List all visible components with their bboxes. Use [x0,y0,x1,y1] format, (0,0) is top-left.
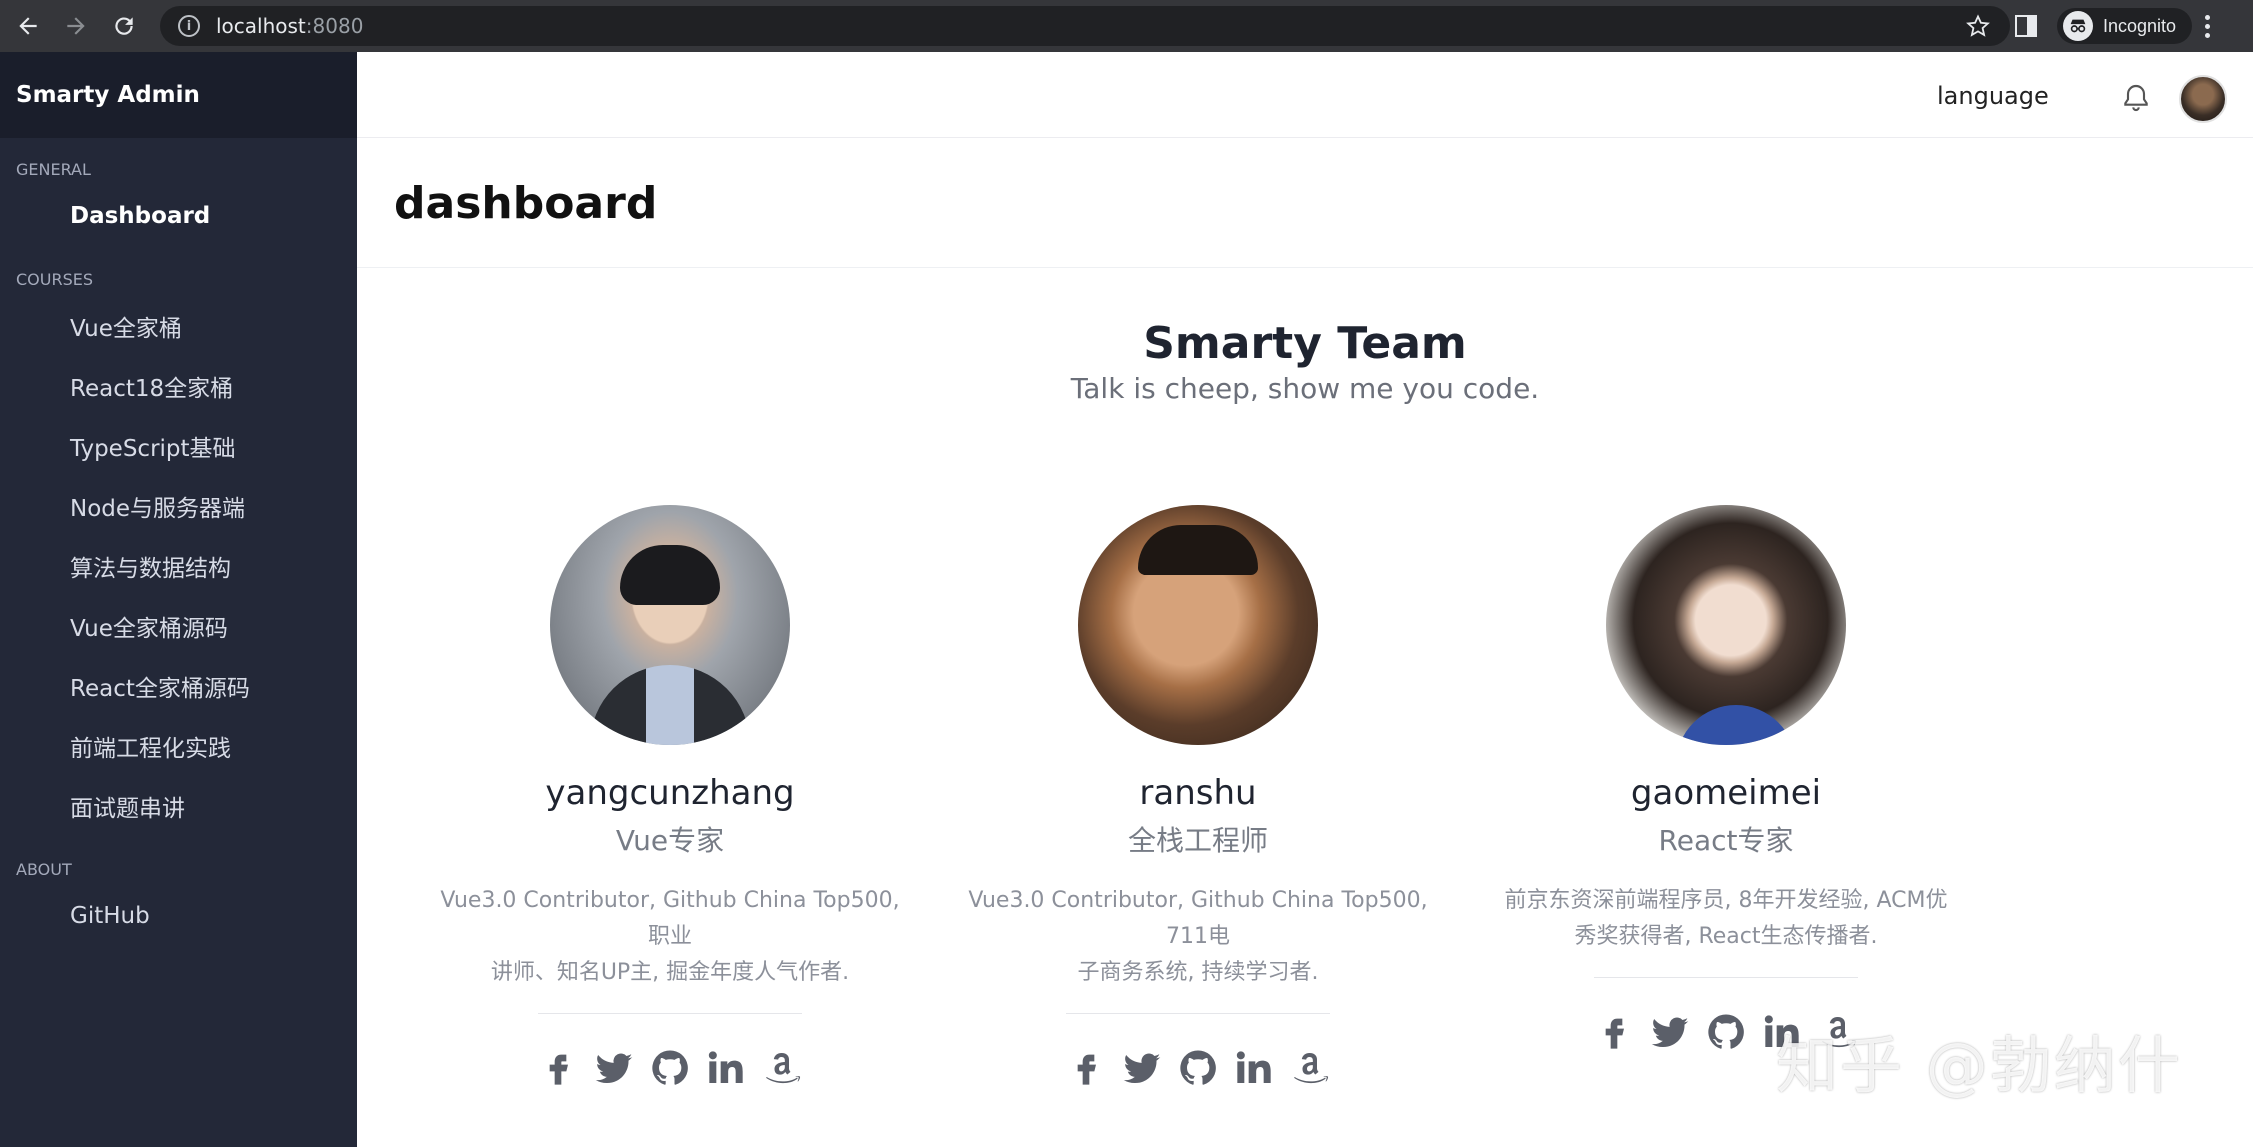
url-host: localhost [216,14,306,38]
topbar: language [357,52,2253,138]
member-description-line: Vue3.0 Contributor, Github China Top500,… [968,888,1428,949]
amazon-icon[interactable] [761,1046,803,1090]
arrow-left-icon [19,17,37,35]
sidebar-item-course[interactable]: React全家桶源码 [0,656,357,716]
team-card: gaomeimei React专家 前京东资深前端程序员, 8年开发经验, AC… [1486,505,1966,1056]
incognito-indicator[interactable]: Incognito [2057,8,2193,44]
twitter-icon[interactable] [593,1046,635,1090]
page-header: dashboard [357,138,2253,268]
info-icon[interactable]: i [178,15,200,37]
incognito-label: Incognito [2103,15,2177,36]
team-card: ranshu 全栈工程师 Vue3.0 Contributor, Github … [958,505,1438,1092]
member-name: yangcunzhang [545,773,795,813]
team-title: Smarty Team [1143,318,1467,369]
section-label-general: GENERAL [16,159,91,179]
forward-button[interactable] [56,6,96,46]
member-description-line: 前京东资深前端程序员, 8年开发经验, ACM优 [1504,888,1948,913]
sidebar-item-github[interactable]: GitHub [0,886,357,946]
browser-toolbar: i localhost:8080 Incognito [0,0,2253,52]
member-photo [1606,505,1846,745]
member-description: Vue3.0 Contributor, Github China Top500,… [958,883,1438,991]
twitter-icon[interactable] [1121,1046,1163,1090]
card-divider [1594,977,1858,978]
bell-icon[interactable] [2120,82,2152,114]
url-port: :8080 [305,14,364,38]
sidebar-item-course[interactable]: 前端工程化实践 [0,716,357,776]
sidebar-item-course[interactable]: Node与服务器端 [0,476,357,536]
team-subtitle: Talk is cheep, show me you code. [1070,372,1540,405]
side-panel-icon[interactable] [2015,15,2037,37]
section-label-courses: COURSES [16,269,94,289]
chrome-right-controls: Incognito [2015,6,2210,46]
social-links [958,1044,1438,1092]
github-icon[interactable] [1705,1010,1747,1054]
sidebar-item-course[interactable]: Vue全家桶源码 [0,596,357,656]
member-description-line: 秀奖获得者, React生态传播者. [1574,924,1878,949]
member-role: React专家 [1658,824,1794,857]
user-avatar[interactable] [2179,75,2227,123]
amazon-icon[interactable] [1289,1046,1331,1090]
sidebar-item-course[interactable]: 面试题串讲 [0,776,357,836]
social-links [430,1044,910,1092]
reload-button[interactable] [104,6,144,46]
sidebar-item-course[interactable]: TypeScript基础 [0,416,357,476]
facebook-icon[interactable] [1593,1010,1635,1054]
member-description-line: 讲师、知名UP主, 掘金年度人气作者. [490,960,850,985]
page-title: dashboard [394,178,658,229]
member-name: gaomeimei [1630,773,1822,813]
address-bar[interactable]: i localhost:8080 [160,6,2010,46]
member-role: 全栈工程师 [1127,824,1268,857]
member-description-line: Vue3.0 Contributor, Github China Top500,… [440,888,900,949]
member-role: Vue专家 [615,824,725,857]
watermark-text: 知乎 @勃纳什 [1776,1029,2182,1102]
reload-icon [115,17,133,35]
card-divider [1066,1013,1330,1014]
member-description-line: 子商务系统, 持续学习者. [1077,960,1319,985]
sidebar-item-course[interactable]: React18全家桶 [0,356,357,416]
member-name: ranshu [1139,773,1257,813]
sidebar-item-course[interactable]: Vue全家桶 [0,296,357,356]
sidebar-item-course[interactable]: 算法与数据结构 [0,536,357,596]
back-button[interactable] [8,6,48,46]
github-icon[interactable] [649,1046,691,1090]
card-divider [538,1013,802,1014]
chrome-menu-icon[interactable] [2204,14,2210,38]
github-icon[interactable] [1177,1046,1219,1090]
member-description: 前京东资深前端程序员, 8年开发经验, ACM优 秀奖获得者, React生态传… [1486,883,1966,955]
arrow-right-icon [67,17,85,35]
team-card: yangcunzhang Vue专家 Vue3.0 Contributor, G… [430,505,910,1092]
linkedin-icon[interactable] [1233,1046,1275,1090]
member-description: Vue3.0 Contributor, Github China Top500,… [430,883,910,991]
facebook-icon[interactable] [1065,1046,1107,1090]
incognito-icon [2063,11,2093,41]
twitter-icon[interactable] [1649,1010,1691,1054]
member-photo [1078,505,1318,745]
star-icon[interactable] [1966,14,1990,38]
section-label-about: ABOUT [16,859,72,879]
brand-logo[interactable]: Smarty Admin [0,52,357,138]
sidebar: Smarty Admin GENERAL Dashboard COURSES V… [0,52,357,1147]
facebook-icon[interactable] [537,1046,579,1090]
sidebar-item-dashboard[interactable]: Dashboard [0,186,357,246]
member-photo [550,505,790,745]
linkedin-icon[interactable] [705,1046,747,1090]
language-button[interactable]: language [1937,82,2049,110]
